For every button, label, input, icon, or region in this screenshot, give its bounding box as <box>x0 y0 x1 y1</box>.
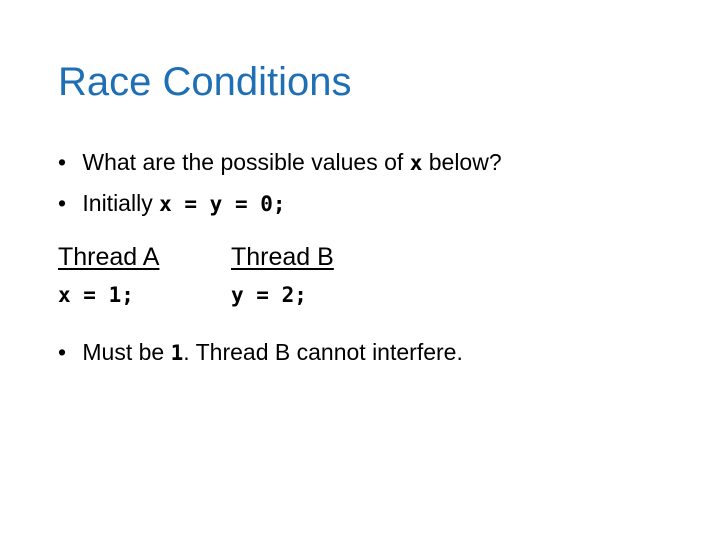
bullet-text: Initially <box>76 190 160 216</box>
bullet-question: • What are the possible values of x belo… <box>58 148 502 177</box>
thread-a-code: x = 1; <box>58 283 134 307</box>
slide-title: Race Conditions <box>58 60 352 104</box>
inline-code: x <box>409 151 423 175</box>
bullet-text: . Thread B cannot interfere. <box>183 339 463 365</box>
bullet-text: What are the possible values of <box>76 149 410 175</box>
inline-code: x = y = 0; <box>159 192 286 216</box>
thread-b-code: y = 2; <box>231 283 307 307</box>
bullet-text: Must be <box>76 339 171 365</box>
thread-a-header: Thread A <box>58 243 160 271</box>
bullet-text: below? <box>422 149 502 175</box>
inline-code: 1 <box>170 341 184 365</box>
bullet-initial-state: • Initially x = y = 0; <box>58 189 286 218</box>
bullet-answer: • Must be 1. Thread B cannot interfere. <box>58 338 463 367</box>
thread-b-block: Thread B y = 2; <box>231 242 334 310</box>
thread-b-header: Thread B <box>231 243 334 271</box>
bullet-icon: • <box>58 149 67 175</box>
bullet-icon: • <box>58 190 67 216</box>
thread-a-block: Thread A x = 1; <box>58 242 159 310</box>
bullet-icon: • <box>58 339 67 365</box>
